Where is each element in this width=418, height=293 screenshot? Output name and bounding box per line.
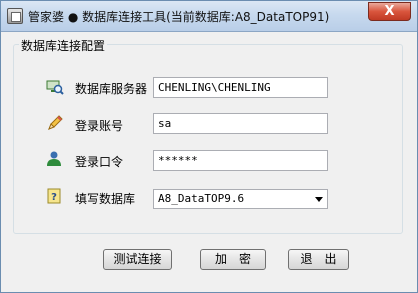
server-input[interactable]: CHENLING\CHENLING <box>153 77 328 98</box>
user-icon <box>46 150 64 168</box>
pencil-icon <box>46 114 64 132</box>
database-label: 填写数据库 <box>75 192 136 206</box>
group-title-label: 数据库连接配置 <box>19 37 108 54</box>
account-input[interactable]: sa <box>153 113 328 134</box>
dropdown-arrow-icon[interactable] <box>315 197 323 202</box>
test-connection-button[interactable]: 测试连接 <box>103 249 172 270</box>
password-input[interactable]: ****** <box>153 150 328 171</box>
database-select[interactable]: A8_DataTOP9.6 <box>153 189 328 209</box>
account-label: 登录账号 <box>75 119 124 133</box>
help-icon: ? <box>46 187 64 205</box>
svg-text:?: ? <box>51 192 57 203</box>
exit-button[interactable]: 退 出 <box>288 249 349 270</box>
encrypt-button[interactable]: 加 密 <box>200 249 266 270</box>
computer-search-icon <box>46 78 64 96</box>
app-icon <box>7 8 23 24</box>
window-title: 管家婆 ● 数据库连接工具(当前数据库:A8_DataTOP91) <box>28 10 330 24</box>
title-bar[interactable]: 管家婆 ● 数据库连接工具(当前数据库:A8_DataTOP91) X <box>1 1 417 32</box>
server-label: 数据库服务器 <box>75 82 148 96</box>
password-label: 登录口令 <box>75 155 124 169</box>
close-button[interactable]: X <box>368 2 411 21</box>
database-select-value: A8_DataTOP9.6 <box>158 192 245 205</box>
